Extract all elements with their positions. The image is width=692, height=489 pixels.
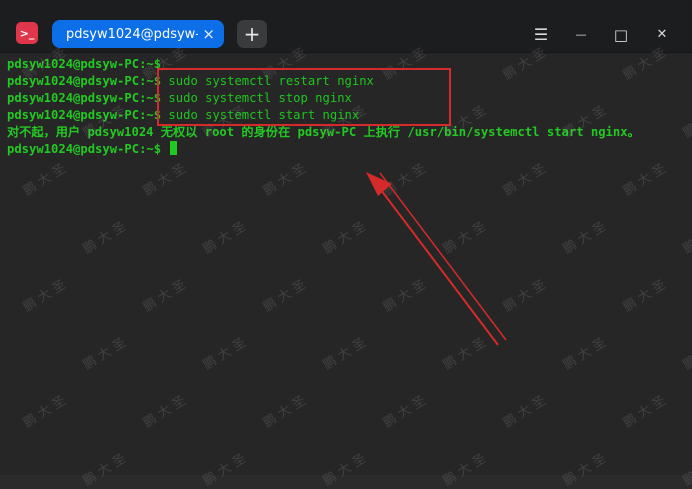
arrow-head: [366, 172, 392, 196]
annotation-arrow: [366, 172, 507, 346]
arrow-shaft: [371, 177, 499, 346]
terminal-window: >_ pdsyw1024@pdsyw-PC: ~ × + ☰ — □ ✕ pds…: [0, 0, 692, 489]
arrow-shaft-outline: [379, 172, 507, 341]
